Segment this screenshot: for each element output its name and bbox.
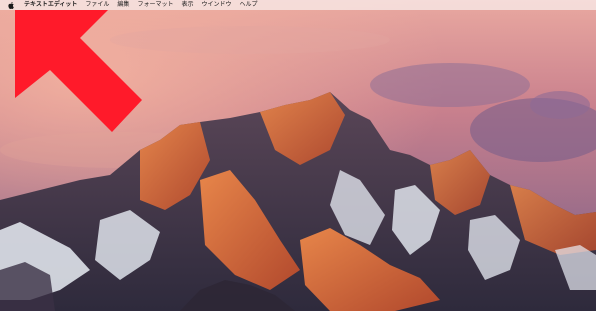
menu-window[interactable]: ウインドウ [197, 0, 235, 10]
desktop: テキストエディット ファイル 編集 フォーマット 表示 ウインドウ ヘルプ [0, 0, 596, 311]
menu-edit[interactable]: 編集 [113, 0, 133, 10]
apple-menu[interactable] [6, 0, 16, 10]
menu-app-name[interactable]: テキストエディット [22, 0, 81, 10]
menu-format[interactable]: フォーマット [133, 0, 177, 10]
wallpaper [0, 0, 596, 311]
menu-file[interactable]: ファイル [81, 0, 113, 10]
apple-logo-icon [8, 1, 14, 9]
menu-help[interactable]: ヘルプ [235, 0, 261, 10]
menu-view[interactable]: 表示 [177, 0, 197, 10]
menu-bar: テキストエディット ファイル 編集 フォーマット 表示 ウインドウ ヘルプ [0, 0, 596, 10]
